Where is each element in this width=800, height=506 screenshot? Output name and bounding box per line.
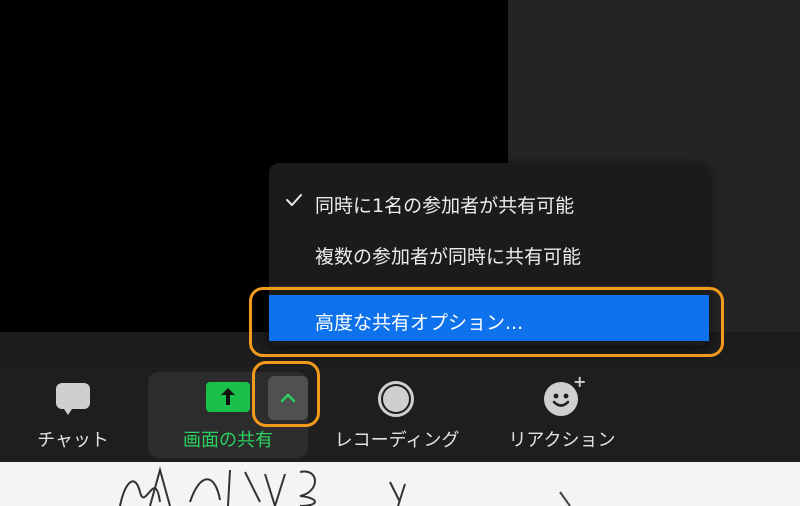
- chevron-up-icon: [280, 393, 296, 403]
- share-options-caret-button[interactable]: [268, 376, 308, 420]
- menu-item-label: 同時に1名の参加者が共有可能: [315, 195, 575, 217]
- menu-item-one-participant[interactable]: 同時に1名の参加者が共有可能: [269, 179, 709, 223]
- add-plus-icon: +: [573, 372, 587, 391]
- menu-divider: [269, 286, 709, 287]
- reactions-label: リアクション: [508, 430, 616, 451]
- record-button[interactable]: レコーディング: [324, 366, 470, 462]
- menu-item-multiple-participants[interactable]: 複数の参加者が同時に共有可能: [269, 230, 709, 274]
- record-icon-inner: [383, 386, 409, 412]
- chat-button[interactable]: チャット: [18, 366, 128, 462]
- reactions-button[interactable]: + リアクション: [494, 366, 630, 462]
- chat-bubble-tail: [62, 406, 74, 415]
- checkmark-icon: [286, 194, 302, 206]
- shared-content-preview: [0, 462, 800, 506]
- share-screen-arrow-icon: [206, 382, 250, 412]
- chat-label: チャット: [37, 430, 109, 451]
- meeting-toolbar: チャット 画面の共有 レコーディング + リアクション: [0, 366, 800, 462]
- record-label: レコーディング: [334, 430, 460, 451]
- share-label: 画面の共有: [183, 430, 273, 451]
- menu-item-label: 複数の参加者が同時に共有可能: [315, 246, 582, 268]
- menu-item-label: 高度な共有オプション...: [315, 312, 524, 334]
- menu-item-advanced-sharing-options[interactable]: 高度な共有オプション...: [269, 295, 709, 341]
- share-options-menu: 同時に1名の参加者が共有可能 複数の参加者が同時に共有可能 高度な共有オプション…: [269, 163, 709, 346]
